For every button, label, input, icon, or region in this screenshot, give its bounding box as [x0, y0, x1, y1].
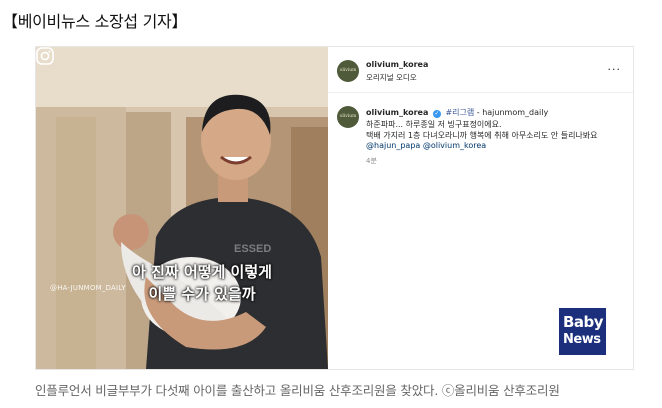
- babynews-logo: Baby News: [559, 308, 606, 355]
- article-byline: 【베이비뉴스 소장섭 기자】: [2, 12, 188, 31]
- comment-mentions[interactable]: @hajun_papa @olivium_korea: [366, 141, 486, 150]
- post-header: olivium olivium_korea 오리지널 오디오 ···: [328, 47, 633, 93]
- audio-label[interactable]: 오리지널 오디오: [366, 72, 417, 83]
- logo-line2: News: [563, 332, 601, 347]
- photo-illustration: ESSED: [36, 47, 328, 369]
- logo-line1: Baby: [563, 313, 604, 331]
- hashtag-link[interactable]: #리그램: [445, 108, 474, 117]
- shirt-logo-text: ESSED: [234, 243, 271, 255]
- instagram-icon: [36, 47, 54, 65]
- video-subtitle-line1: 아 진짜 어떻게 이렇게: [132, 263, 272, 281]
- account-avatar[interactable]: olivium: [337, 60, 359, 82]
- comment-avatar[interactable]: olivium: [337, 106, 359, 128]
- comment-text-line2: 하준파파... 하루종일 저 빙구표정이에요.: [366, 120, 502, 129]
- video-subtitle-line2: 이쁠 수가 있을까: [148, 285, 256, 303]
- comment-text-line3: 택배 가지러 1층 다녀오라니까 행복에 취해 아무소리도 안 들리나봐요: [366, 131, 598, 140]
- verified-badge-icon: ✓: [432, 110, 441, 118]
- comment-first-line: olivium_korea ✓ #리그램 - hajunmom_daily: [366, 107, 548, 118]
- photo-caption: 인플루언서 비글부부가 다섯째 아이를 출산하고 올리비움 산후조리원을 찾았다…: [35, 383, 560, 398]
- comment-timestamp: 4분: [366, 157, 377, 165]
- comment-author[interactable]: olivium_korea: [366, 108, 428, 117]
- more-options-icon[interactable]: ···: [608, 63, 622, 76]
- embedded-image: ESSED @HA-JUNMOM_DAILY 아 진짜 어떻게 이렇게 이쁠 수…: [35, 46, 634, 370]
- photo-father-holding-newborn: ESSED @HA-JUNMOM_DAILY 아 진짜 어떻게 이렇게 이쁠 수…: [36, 47, 328, 369]
- account-username[interactable]: olivium_korea: [366, 60, 428, 69]
- regram-source: - hajunmom_daily: [476, 108, 549, 117]
